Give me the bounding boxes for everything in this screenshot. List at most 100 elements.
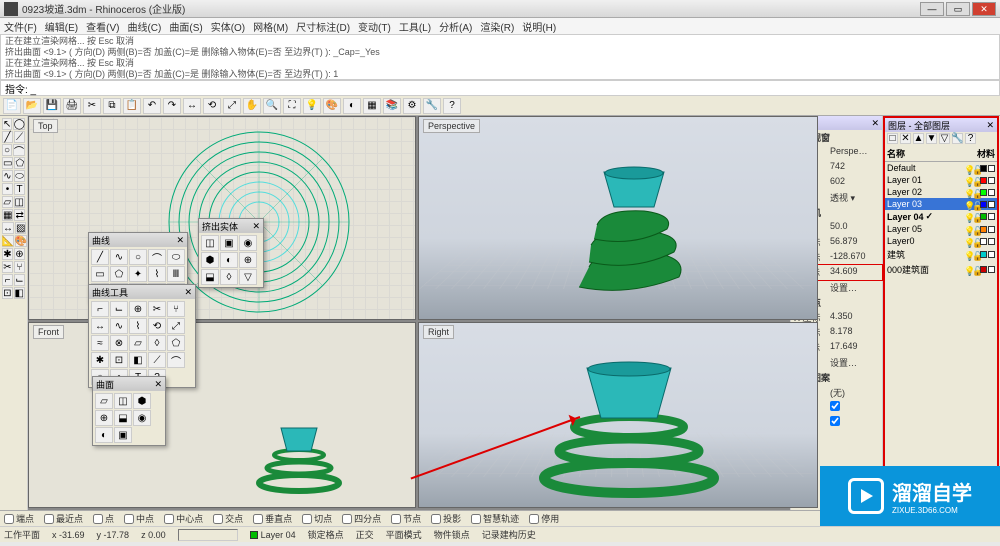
tool-icon[interactable]: ∿: [110, 318, 128, 334]
tool-icon[interactable]: ∿: [110, 249, 128, 265]
tool-icon[interactable]: ▽: [239, 269, 257, 285]
line-icon[interactable]: ╱: [2, 131, 13, 143]
menu-view[interactable]: 查看(V): [86, 19, 119, 34]
status-osnap[interactable]: 物件锁点: [434, 528, 470, 541]
pointer-icon[interactable]: ↖: [2, 118, 12, 130]
osnap-12[interactable]: 停用: [529, 512, 559, 525]
polyline-icon[interactable]: ⟋: [14, 131, 25, 143]
osnap-checkbox[interactable]: [302, 514, 312, 524]
tool-icon[interactable]: ▱: [95, 393, 113, 409]
layer-row[interactable]: 000建筑面💡🔓: [885, 262, 997, 277]
maximize-button[interactable]: ▭: [946, 2, 970, 16]
float-panel-curve-tools[interactable]: 曲线工具✕ ⌐⌙⊕✂⑂↔ ∿⌇⟲⤢≈⊗ ▱◊⬠✱⊡◧ ⟋⌒○•T?: [88, 284, 196, 388]
osnap-6[interactable]: 垂直点: [253, 512, 292, 525]
tool-icon[interactable]: ⊕: [95, 410, 113, 426]
tool-icon[interactable]: ⌙: [110, 301, 128, 317]
tool-icon[interactable]: ▭: [91, 266, 109, 282]
layer-material-icon[interactable]: [988, 201, 995, 208]
bulb-icon[interactable]: 💡: [964, 201, 971, 208]
tool-icon[interactable]: ⬭: [167, 249, 185, 265]
tool-icon[interactable]: ✂: [148, 301, 166, 317]
properties-icon[interactable]: ⚙: [403, 98, 421, 114]
col-name[interactable]: 名称: [887, 147, 905, 160]
close-icon[interactable]: ✕: [252, 221, 260, 232]
viewport-right[interactable]: Right: [418, 322, 818, 508]
tool-icon[interactable]: ◊: [220, 269, 238, 285]
tool-icon[interactable]: ◐: [220, 252, 238, 268]
status-input[interactable]: [178, 529, 238, 541]
osnap-checkbox[interactable]: [391, 514, 401, 524]
ellipse-icon[interactable]: ⬭: [14, 170, 25, 182]
paste-icon[interactable]: 📋: [123, 98, 141, 114]
tool-icon[interactable]: ○: [129, 249, 147, 265]
layer-up-icon[interactable]: ▲: [913, 133, 924, 144]
osnap-checkbox[interactable]: [213, 514, 223, 524]
scale-icon[interactable]: ⤢: [223, 98, 241, 114]
osnap-checkbox[interactable]: [4, 514, 14, 524]
layer-row[interactable]: Layer 03💡🔓: [885, 198, 997, 210]
tool-icon[interactable]: ▣: [114, 427, 132, 443]
osnap-checkbox[interactable]: [431, 514, 441, 524]
zoom-extents-icon[interactable]: ⛶: [283, 98, 301, 114]
status-history[interactable]: 记录建构历史: [482, 528, 536, 541]
tool-icon[interactable]: Ⅲ: [167, 266, 185, 282]
layer-color-icon[interactable]: [980, 165, 987, 172]
tool-icon[interactable]: ▣: [220, 235, 238, 251]
bulb-icon[interactable]: 💡: [964, 177, 971, 184]
tool-icon[interactable]: ⬠: [167, 335, 185, 351]
options-icon[interactable]: 🔧: [423, 98, 441, 114]
tool-icon[interactable]: ✱: [91, 352, 109, 368]
tool-icon[interactable]: ⌇: [148, 266, 166, 282]
tool-icon[interactable]: ⌇: [129, 318, 147, 334]
status-ortho[interactable]: 正交: [356, 528, 374, 541]
layer-material-icon[interactable]: [988, 177, 995, 184]
tool-icon[interactable]: ≈: [91, 335, 109, 351]
close-icon[interactable]: ✕: [871, 118, 879, 129]
bulb-icon[interactable]: 💡: [964, 165, 971, 172]
bulb-icon[interactable]: 💡: [964, 189, 971, 196]
osnap-checkbox[interactable]: [124, 514, 134, 524]
tool-icon[interactable]: ⊕: [239, 252, 257, 268]
menu-tools[interactable]: 工具(L): [399, 19, 431, 34]
render2-icon[interactable]: 🎨: [15, 235, 27, 247]
viewport-label-perspective[interactable]: Perspective: [423, 119, 480, 133]
layer-row[interactable]: 建筑💡🔓: [885, 247, 997, 262]
tool-icon[interactable]: ▱: [129, 335, 147, 351]
mesh-icon[interactable]: ▦: [2, 209, 13, 221]
polygon-icon[interactable]: ⬠: [14, 157, 25, 169]
copy-icon[interactable]: ⧉: [103, 98, 121, 114]
viewport-label-right[interactable]: Right: [423, 325, 454, 339]
layer-color-icon[interactable]: [980, 251, 987, 258]
tool-icon[interactable]: ⬓: [201, 269, 219, 285]
layer-row[interactable]: Layer0💡🔓: [885, 235, 997, 247]
hatch-icon[interactable]: ▨: [15, 222, 26, 234]
layer-row[interactable]: Layer 04✓💡🔓: [885, 210, 997, 223]
solid-icon[interactable]: ◫: [14, 196, 25, 208]
layer-down-icon[interactable]: ▼: [926, 133, 937, 144]
surface-icon[interactable]: ▱: [2, 196, 13, 208]
lock-icon[interactable]: 🔓: [972, 213, 979, 220]
lock-icon[interactable]: 🔓: [972, 201, 979, 208]
layer-color-icon[interactable]: [980, 266, 987, 273]
circle-icon[interactable]: ○: [2, 144, 12, 156]
fillet-icon[interactable]: ⌐: [2, 274, 13, 286]
menu-file[interactable]: 文件(F): [4, 19, 37, 34]
close-button[interactable]: ✕: [972, 2, 996, 16]
osnap-8[interactable]: 四分点: [342, 512, 381, 525]
layer-color-icon[interactable]: [980, 213, 987, 220]
tool-icon[interactable]: ◊: [148, 335, 166, 351]
shade-icon[interactable]: ◐: [343, 98, 361, 114]
lock-icon[interactable]: 🔓: [972, 177, 979, 184]
menu-solid[interactable]: 实体(O): [211, 19, 245, 34]
layer-row[interactable]: Layer 01💡🔓: [885, 174, 997, 186]
pan-icon[interactable]: ✋: [243, 98, 261, 114]
viewport-label-top[interactable]: Top: [33, 119, 58, 133]
col-material[interactable]: 材料: [977, 147, 995, 160]
tool-icon[interactable]: ⟋: [148, 352, 166, 368]
layer-material-icon[interactable]: [988, 213, 995, 220]
osnap-2[interactable]: 点: [93, 512, 114, 525]
viewport-perspective[interactable]: Perspective: [418, 116, 818, 320]
layer-delete-icon[interactable]: ✕: [900, 133, 911, 144]
rotate-icon[interactable]: ⟲: [203, 98, 221, 114]
osnap-5[interactable]: 交点: [213, 512, 243, 525]
